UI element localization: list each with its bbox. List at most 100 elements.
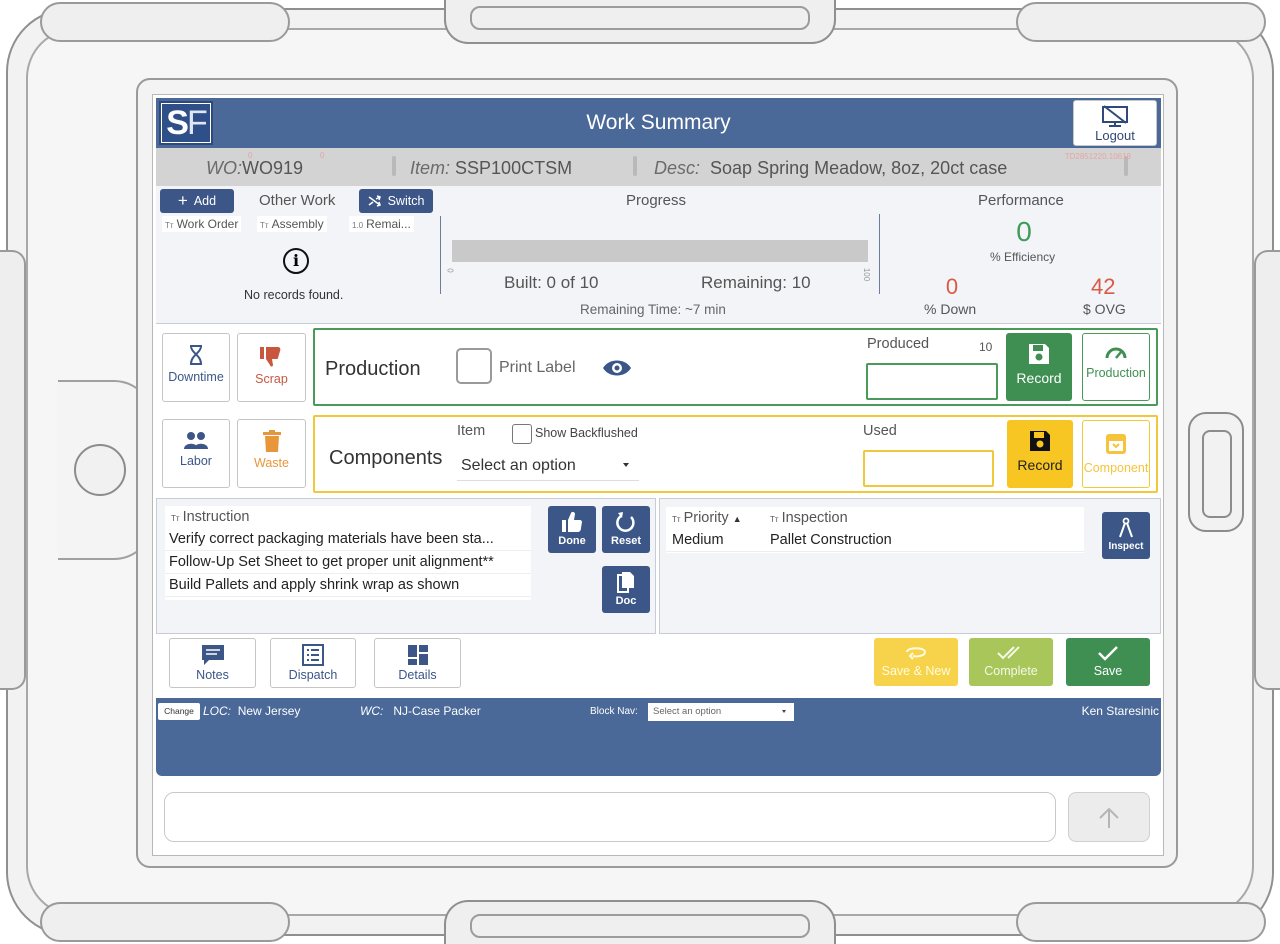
component-button[interactable]: Component bbox=[1082, 420, 1150, 488]
save-disk-icon bbox=[1030, 431, 1050, 451]
inspection-row[interactable]: Medium Pallet Construction bbox=[666, 529, 1084, 552]
desc-value: Soap Spring Meadow, 8oz, 20ct case bbox=[710, 158, 1008, 178]
column-header-assembly[interactable]: Tт Assembly bbox=[257, 216, 327, 232]
save-button[interactable]: Save bbox=[1066, 638, 1150, 686]
component-item-select[interactable]: Select an option bbox=[457, 451, 639, 481]
change-location-button[interactable]: Change bbox=[158, 703, 200, 720]
ovg-label: $ OVG bbox=[1083, 301, 1126, 317]
doc-button[interactable]: Doc bbox=[602, 566, 650, 613]
print-label-text: Print Label bbox=[499, 359, 576, 376]
print-label-checkbox[interactable] bbox=[456, 348, 492, 384]
priority-column-header[interactable]: Tт Priority ▲ bbox=[672, 507, 742, 531]
device-case: SF Work Summary Logout 0 0 WO:WO919 Item… bbox=[0, 0, 1280, 944]
work-center-field: WC: NJ-Case Packer bbox=[360, 704, 481, 718]
logout-monitor-icon bbox=[1102, 105, 1128, 127]
dispatch-button[interactable]: Dispatch bbox=[270, 638, 356, 688]
components-title: Components bbox=[329, 447, 443, 469]
info-separator bbox=[392, 156, 396, 176]
produced-input[interactable] bbox=[866, 363, 998, 400]
inspection-panel: Tт Priority ▲ Tт Inspection Medium Pallet … bbox=[659, 498, 1161, 634]
inspection-column-header[interactable]: Tт Inspection bbox=[770, 507, 848, 531]
double-check-icon bbox=[997, 646, 1020, 660]
produced-count: 10 bbox=[979, 340, 993, 354]
scrap-label: Scrap bbox=[255, 372, 288, 386]
user-name: Ken Staresinic bbox=[1081, 704, 1159, 718]
plus-icon: + bbox=[177, 191, 188, 210]
checkmark-icon bbox=[1098, 646, 1118, 661]
home-button[interactable] bbox=[74, 444, 126, 496]
send-button[interactable] bbox=[1068, 792, 1150, 842]
downtime-button[interactable]: Downtime bbox=[162, 333, 230, 402]
info-small-zero: 0 bbox=[320, 151, 325, 160]
screen: SF Work Summary Logout 0 0 WO:WO919 Item… bbox=[152, 94, 1164, 856]
inspect-label: Inspect bbox=[1108, 541, 1144, 552]
save-disk-icon bbox=[1029, 344, 1049, 364]
instruction-row[interactable]: Build Pallets and apply shrink wrap as s… bbox=[165, 574, 531, 597]
case-corner bbox=[40, 902, 290, 942]
add-other-work-button[interactable]: + Add bbox=[160, 189, 234, 213]
column-header-work-order[interactable]: Tт Work Order bbox=[162, 216, 242, 232]
column-header-label: Work Order bbox=[176, 217, 239, 231]
instruction-row[interactable]: Follow-Up Set Sheet to get proper unit a… bbox=[165, 551, 531, 574]
select-value: Select an option bbox=[653, 706, 722, 717]
waste-button[interactable]: Waste bbox=[237, 419, 306, 488]
remaining-count: Remaining: 10 bbox=[701, 273, 811, 292]
done-button[interactable]: Done bbox=[548, 506, 596, 553]
gauge-icon bbox=[1105, 347, 1127, 359]
empty-records-message: No records found. bbox=[244, 288, 344, 302]
arrow-up-icon bbox=[1099, 807, 1119, 828]
case-right-rail bbox=[1254, 250, 1280, 690]
block-nav-select[interactable]: Select an option bbox=[648, 703, 794, 721]
reset-button[interactable]: Reset bbox=[602, 506, 650, 553]
details-label: Details bbox=[398, 668, 437, 682]
column-header-remaining[interactable]: 1.0 Remai... bbox=[349, 216, 414, 232]
wc-value: NJ-Case Packer bbox=[393, 704, 481, 718]
switch-button[interactable]: Switch bbox=[359, 189, 433, 213]
details-button[interactable]: Details bbox=[374, 638, 461, 688]
thumbs-down-icon bbox=[259, 347, 280, 367]
doc-label: Doc bbox=[615, 595, 637, 607]
complete-button[interactable]: Complete bbox=[969, 638, 1053, 686]
production-gauge-button[interactable]: Production bbox=[1082, 333, 1150, 401]
chat-input[interactable] bbox=[164, 792, 1056, 842]
eye-icon[interactable] bbox=[601, 358, 633, 378]
downtime-label: Downtime bbox=[168, 370, 224, 384]
record-production-button[interactable]: Record bbox=[1006, 333, 1072, 401]
work-order-info-bar: 0 0 WO:WO919 Item: SSP100CTSM Desc: Soap… bbox=[156, 148, 1161, 186]
logout-button[interactable]: Logout bbox=[1073, 100, 1157, 146]
labor-button[interactable]: Labor bbox=[162, 419, 230, 488]
instructions-grid: Tт Instruction Verify correct packaging m… bbox=[165, 506, 531, 600]
notes-icon bbox=[201, 645, 224, 665]
text-type-icon: Tт bbox=[770, 515, 779, 524]
info-separator bbox=[633, 156, 637, 176]
item-select-label: Item bbox=[457, 423, 486, 439]
case-corner bbox=[1016, 2, 1266, 42]
recording-area: Downtime Scrap Production Print Label Pr… bbox=[156, 324, 1161, 498]
notes-button[interactable]: Notes bbox=[169, 638, 256, 688]
built-count: Built: 0 of 10 bbox=[504, 273, 599, 292]
loc-value: New Jersey bbox=[237, 704, 301, 718]
trash-icon bbox=[262, 430, 281, 452]
app: SF Work Summary Logout 0 0 WO:WO919 Item… bbox=[156, 98, 1161, 776]
instruction-row[interactable]: Verify correct packaging materials have … bbox=[165, 528, 531, 551]
production-panel: Production Print Label Produced 10 Recor… bbox=[313, 328, 1158, 406]
save-and-new-button[interactable]: Save & New bbox=[874, 638, 958, 686]
logout-label: Logout bbox=[1095, 128, 1135, 143]
add-label: Add bbox=[193, 194, 217, 208]
shuffle-icon bbox=[368, 195, 381, 207]
instruction-column-header[interactable]: Tт Instruction bbox=[165, 506, 531, 528]
priority-header-label: Priority bbox=[683, 510, 729, 526]
inspect-button[interactable]: Inspect bbox=[1102, 512, 1150, 559]
show-backflushed-checkbox[interactable] bbox=[512, 424, 532, 444]
item-label: Item: bbox=[410, 158, 451, 178]
scrap-button[interactable]: Scrap bbox=[237, 333, 306, 402]
save-and-new-label: Save & New bbox=[881, 664, 951, 678]
used-input[interactable] bbox=[863, 450, 994, 487]
record-component-button[interactable]: Record bbox=[1007, 420, 1073, 488]
ovg-value: 42 bbox=[1091, 274, 1116, 299]
show-backflushed-label: Show Backflushed bbox=[535, 426, 638, 440]
save-label: Save bbox=[1093, 664, 1123, 678]
reset-arrow-icon bbox=[616, 512, 635, 532]
chevron-down-icon bbox=[623, 463, 629, 467]
loop-arrow-icon bbox=[906, 647, 927, 660]
